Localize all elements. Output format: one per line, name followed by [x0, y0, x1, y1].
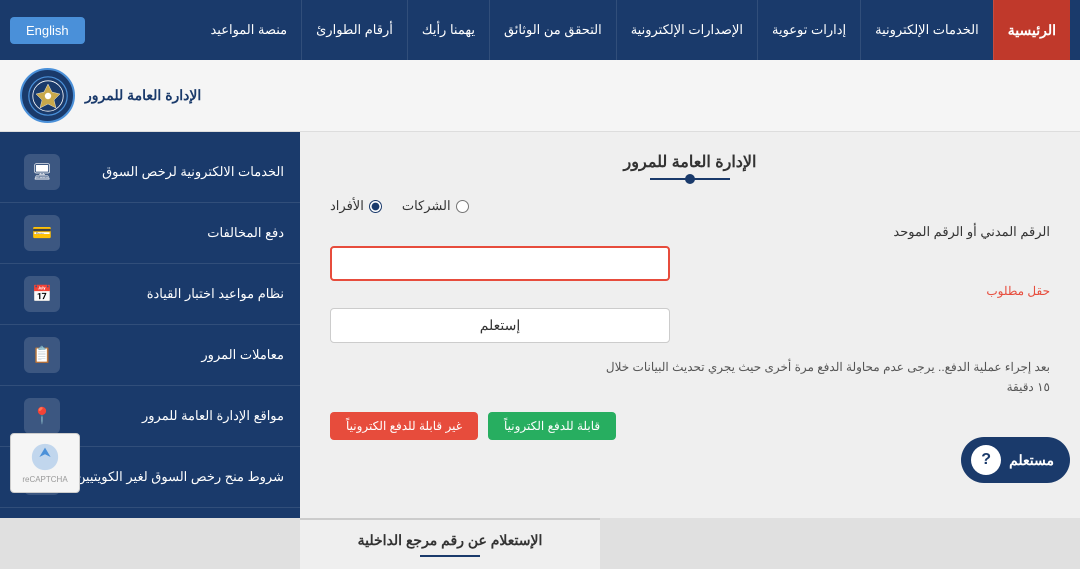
nav-item-awareness[interactable]: إدارات توعوية: [757, 0, 860, 60]
btn-not-payable[interactable]: غير قابلة للدفع الكترونياً: [330, 412, 478, 440]
bottom-section: الإستعلام عن رقم مرجع الداخلية: [0, 518, 1080, 569]
nav-item-eservices[interactable]: الخدمات الإلكترونية: [860, 0, 993, 60]
main-layout: الإدارة العامة للمرور الشركات الأفراد ال…: [0, 132, 1080, 518]
recaptcha-box[interactable]: reCAPTCHA: [10, 433, 80, 493]
btn-payable[interactable]: قابلة للدفع الكترونياً: [488, 412, 616, 440]
logo-circle: [20, 68, 75, 123]
info-text: بعد إجراء عملية الدفع.. يرجى عدم محاولة …: [590, 357, 1050, 398]
computer-icon: 🖥: [32, 162, 52, 182]
radio-individuals-input[interactable]: [369, 200, 382, 213]
sidebar-label-4: مواقع الإدارة العامة للمرور: [142, 408, 284, 424]
bottom-inquiry-title: الإستعلام عن رقم مرجع الداخلية: [320, 532, 580, 549]
clipboard-icon: 📋: [32, 345, 52, 365]
form-title: الإدارة العامة للمرور: [330, 152, 1050, 172]
english-button[interactable]: English: [10, 17, 85, 44]
bottom-inquiry-underline: [420, 555, 480, 557]
nav-item-appointments[interactable]: منصة المواعيد: [196, 0, 301, 60]
bottom-buttons: قابلة للدفع الكترونياً غير قابلة للدفع ا…: [330, 412, 1050, 440]
sidebar-icon-0: 🖥: [24, 154, 60, 190]
civil-number-input[interactable]: [330, 246, 670, 281]
radio-individuals-label[interactable]: الأفراد: [330, 198, 382, 214]
sidebar-icon-1: 💳: [24, 215, 60, 251]
recaptcha-inner: reCAPTCHA: [22, 442, 67, 484]
radio-companies-text: الشركات: [402, 198, 451, 214]
header-strip: الإدارة العامة للمرور: [0, 60, 1080, 132]
sidebar-icon-2: 📅: [24, 276, 60, 312]
top-navigation: الرئيسية الخدمات الإلكترونية إدارات توعو…: [0, 0, 1080, 60]
form-title-underline: [650, 178, 730, 180]
sidebar-label-2: نظام مواعيد اختبار القيادة: [147, 286, 284, 302]
location-icon: 📍: [32, 406, 52, 426]
nav-item-publications[interactable]: الإصدارات الإلكترونية: [616, 0, 757, 60]
card-icon: 💳: [32, 223, 52, 243]
header-logo-text: الإدارة العامة للمرور: [85, 87, 201, 104]
bottom-spacer: [600, 518, 1080, 569]
calendar-icon: 📅: [32, 284, 52, 304]
radio-group: الشركات الأفراد: [330, 198, 1050, 214]
sidebar-label-5: شروط منح رخص السوق لغير الكويتيين: [76, 469, 284, 485]
mustalam-icon: ?: [971, 445, 1001, 475]
sidebar-item-3[interactable]: معاملات المرور 📋: [0, 325, 300, 386]
header-logo: الإدارة العامة للمرور: [20, 68, 201, 123]
field-label: الرقم المدني أو الرقم الموحد: [330, 224, 1050, 240]
bottom-inquiry: الإستعلام عن رقم مرجع الداخلية: [300, 518, 600, 569]
required-text: حقل مطلوب: [330, 284, 1050, 298]
sidebar-icon-4: 📍: [24, 398, 60, 434]
mustalam-label: مستعلم: [1009, 452, 1054, 469]
sidebar-bottom-spacer: [0, 518, 300, 569]
radio-companies-label[interactable]: الشركات: [402, 198, 469, 214]
sidebar-label-0: الخدمات الالكترونية لرخص السوق: [102, 164, 284, 180]
radio-individuals-text: الأفراد: [330, 198, 364, 214]
nav-item-emergency[interactable]: أرقام الطوارئ: [301, 0, 407, 60]
radio-companies-input[interactable]: [456, 200, 469, 213]
sidebar-label-1: دفع المخالفات: [207, 225, 284, 241]
sidebar-item-2[interactable]: نظام مواعيد اختبار القيادة 📅: [0, 264, 300, 325]
nav-item-verify[interactable]: التحقق من الوثائق: [489, 0, 616, 60]
nav-item-feedback[interactable]: يهمنا رأيك: [407, 0, 489, 60]
sidebar-label-3: معاملات المرور: [201, 347, 284, 363]
mustalam-badge[interactable]: مستعلم ?: [961, 437, 1070, 483]
submit-button[interactable]: إستعلم: [330, 308, 670, 343]
nav-items-list: الرئيسية الخدمات الإلكترونية إدارات توعو…: [95, 0, 1070, 60]
sidebar-icon-3: 📋: [24, 337, 60, 373]
sidebar-item-1[interactable]: دفع المخالفات 💳: [0, 203, 300, 264]
nav-item-home[interactable]: الرئيسية: [993, 0, 1070, 60]
sidebar-item-0[interactable]: الخدمات الالكترونية لرخص السوق 🖥: [0, 142, 300, 203]
